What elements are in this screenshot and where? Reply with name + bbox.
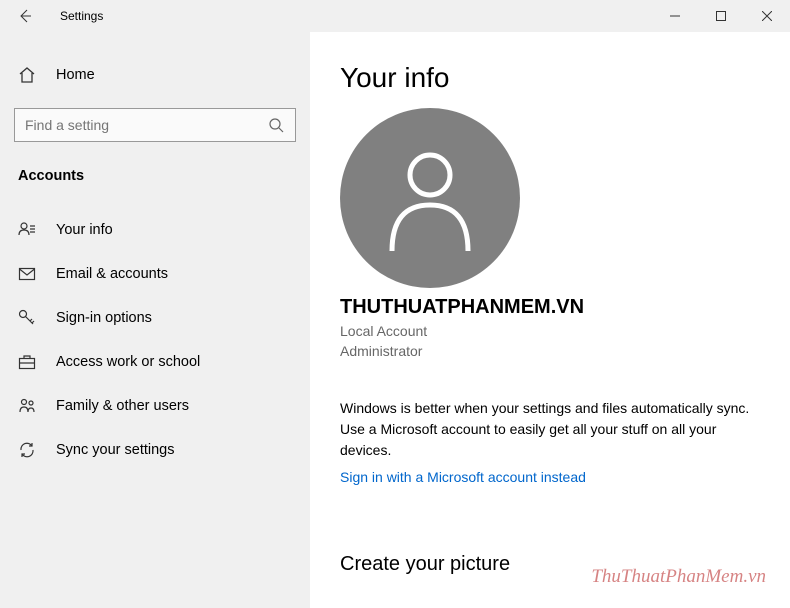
sync-description: Windows is better when your settings and… [340, 398, 760, 461]
nav-list: Your info Email & accounts Sign-in optio… [0, 196, 310, 472]
email-icon [18, 265, 36, 283]
family-icon [18, 397, 36, 415]
section-header: Accounts [0, 142, 310, 196]
sync-icon [18, 441, 36, 459]
user-badge-icon [18, 221, 36, 239]
username: THUTHUATPHANMEM.VN [340, 296, 760, 319]
home-button[interactable]: Home [0, 56, 310, 94]
nav-item-sync[interactable]: Sync your settings [0, 428, 310, 472]
page-title: Your info [340, 62, 760, 94]
person-icon [380, 143, 480, 253]
sidebar: Home Accounts Your info Em [0, 32, 310, 608]
nav-item-label: Sign-in options [56, 310, 152, 326]
nav-item-label: Your info [56, 222, 113, 238]
nav-item-work[interactable]: Access work or school [0, 340, 310, 384]
minimize-button[interactable] [652, 0, 698, 32]
nav-item-label: Email & accounts [56, 266, 168, 282]
avatar [340, 108, 520, 288]
key-icon [18, 309, 36, 327]
account-role: Administrator [340, 341, 760, 361]
search-input[interactable] [25, 117, 267, 133]
maximize-button[interactable] [698, 0, 744, 32]
back-icon[interactable] [16, 7, 34, 25]
close-button[interactable] [744, 0, 790, 32]
nav-item-label: Family & other users [56, 398, 189, 414]
home-label: Home [56, 67, 95, 83]
nav-item-family[interactable]: Family & other users [0, 384, 310, 428]
account-type: Local Account [340, 321, 760, 341]
search-box[interactable] [14, 108, 296, 142]
nav-item-label: Access work or school [56, 354, 200, 370]
search-icon [267, 116, 285, 134]
nav-item-label: Sync your settings [56, 442, 174, 458]
nav-item-your-info[interactable]: Your info [0, 208, 310, 252]
nav-item-email[interactable]: Email & accounts [0, 252, 310, 296]
main-content: Your info THUTHUATPHANMEM.VN Local Accou… [310, 32, 790, 608]
home-icon [18, 66, 36, 84]
sign-in-link[interactable]: Sign in with a Microsoft account instead [340, 469, 586, 485]
window-title: Settings [60, 9, 103, 23]
title-bar: Settings [0, 0, 790, 32]
briefcase-icon [18, 353, 36, 371]
nav-item-signin[interactable]: Sign-in options [0, 296, 310, 340]
picture-heading: Create your picture [340, 553, 760, 576]
